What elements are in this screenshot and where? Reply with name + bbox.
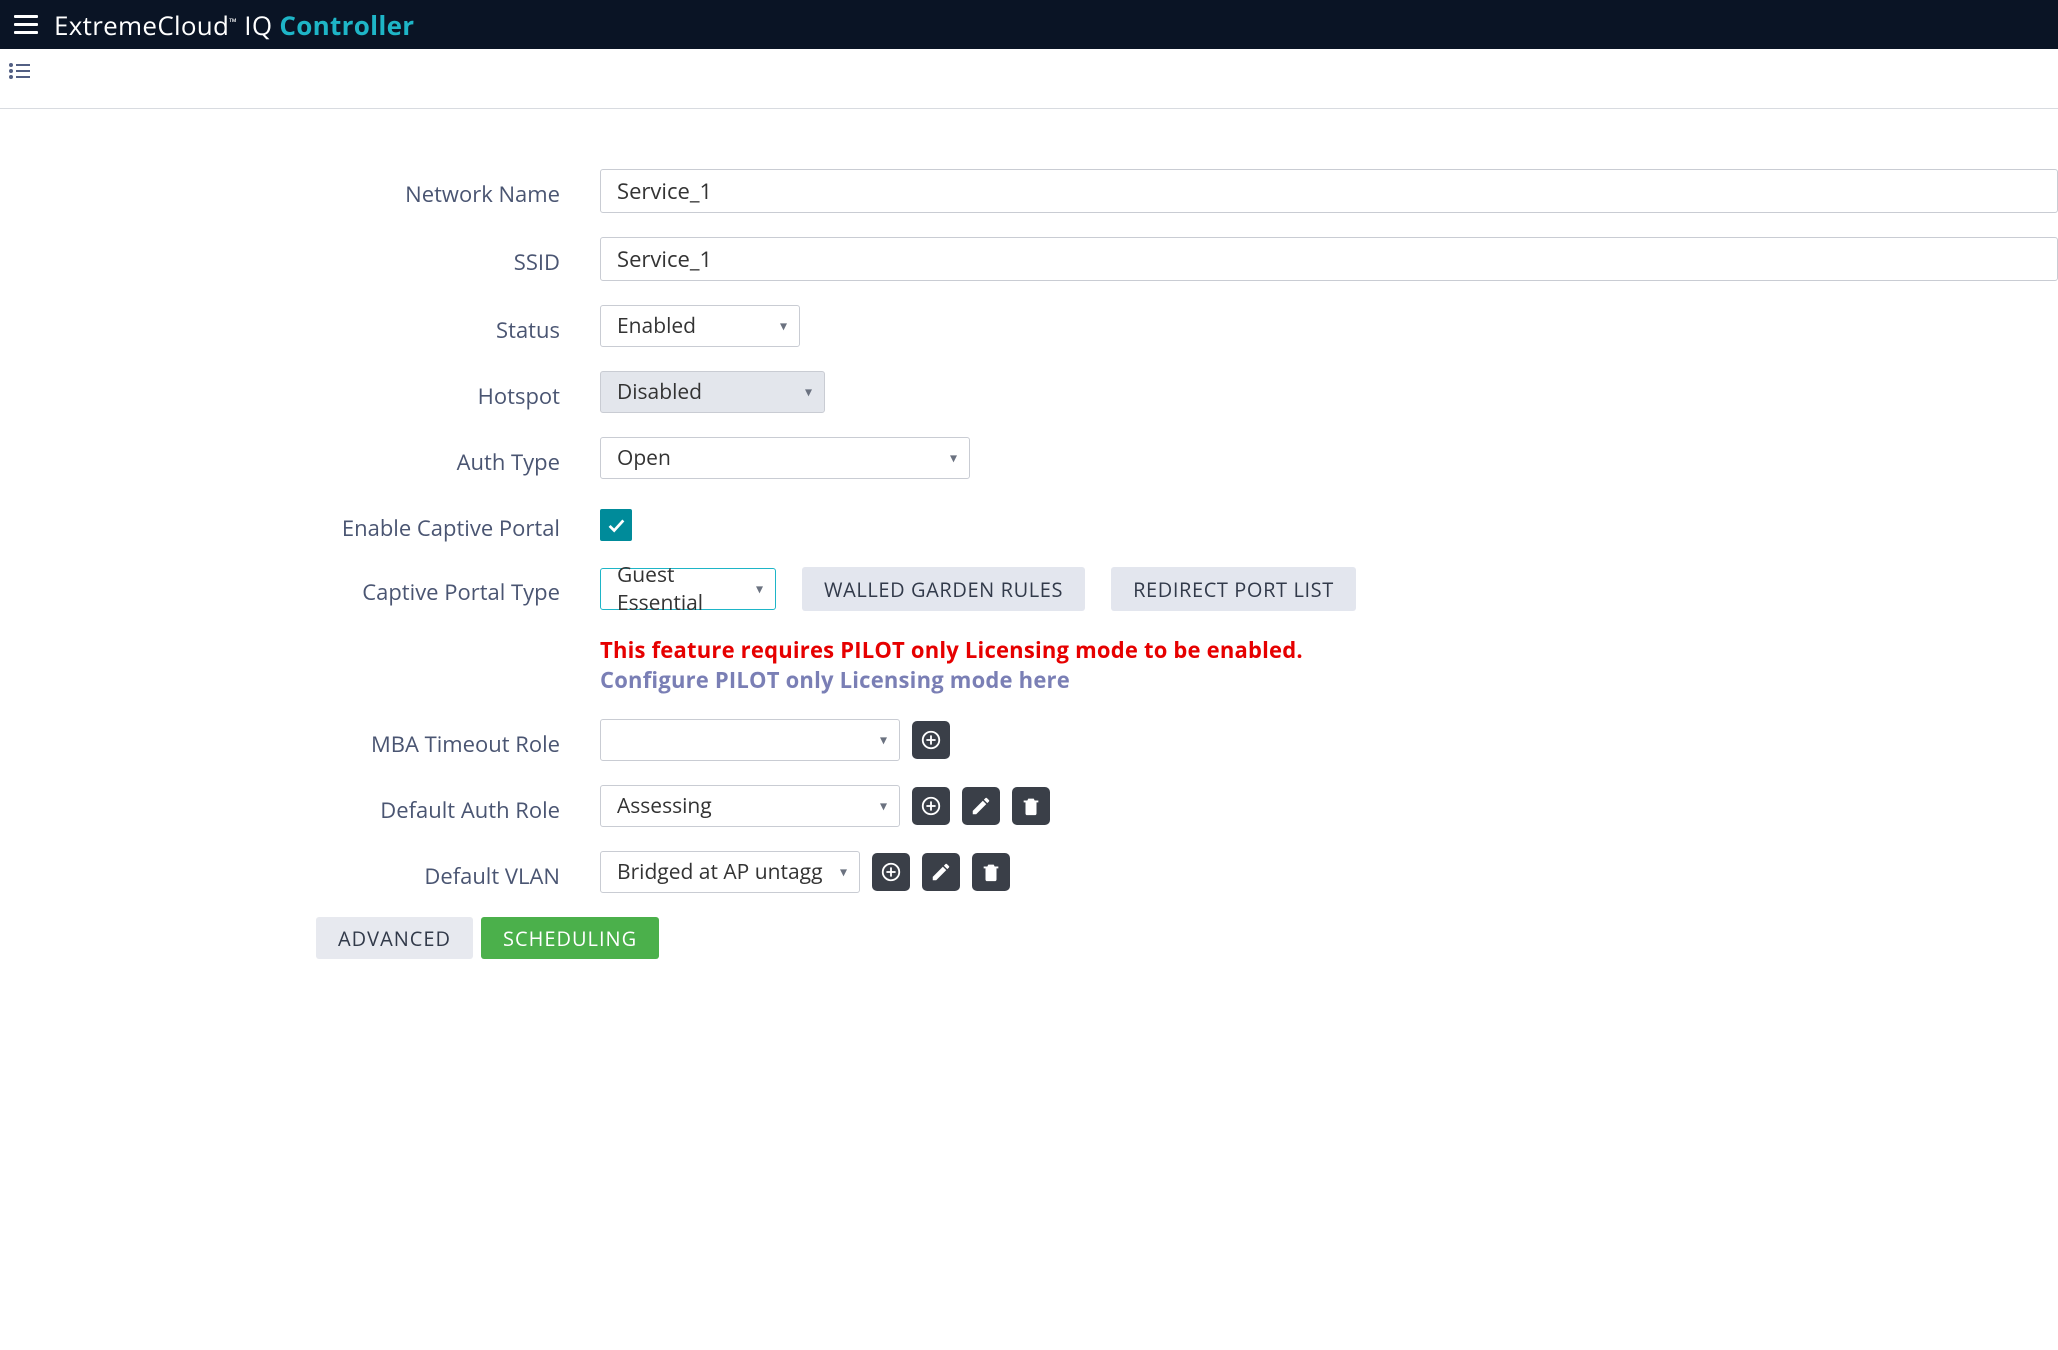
auth-type-select[interactable]: Open [600,437,970,479]
mba-timeout-role-select[interactable] [600,719,900,761]
redirect-port-list-button[interactable]: Redirect Port List [1111,567,1356,611]
default-auth-role-label: Default Auth Role [0,785,600,825]
default-auth-role-edit-button[interactable] [962,787,1000,825]
menu-icon[interactable] [8,7,44,43]
default-auth-role-add-button[interactable] [912,787,950,825]
brand-title: ExtremeCloud™ IQ Controller [54,7,414,43]
walled-garden-rules-button[interactable]: Walled Garden Rules [802,567,1085,611]
default-vlan-label: Default VLAN [0,851,600,891]
ssid-input[interactable] [600,237,2058,281]
auth-type-label: Auth Type [0,437,600,477]
network-form: Network Name SSID Status Enabled Hotspot… [0,109,2058,999]
mba-timeout-role-add-button[interactable] [912,721,950,759]
ssid-label: SSID [0,237,600,277]
default-vlan-edit-button[interactable] [922,853,960,891]
default-vlan-delete-button[interactable] [972,853,1010,891]
hotspot-label: Hotspot [0,371,600,411]
configure-pilot-link[interactable]: Configure PILOT only Licensing mode here [600,665,1303,695]
captive-portal-type-label: Captive Portal Type [0,567,600,607]
default-vlan-select[interactable]: Bridged at AP untagged ( [600,851,860,893]
pilot-license-warning: This feature requires PILOT only Licensi… [600,635,1303,665]
enable-captive-portal-label: Enable Captive Portal [0,503,600,543]
default-vlan-add-button[interactable] [872,853,910,891]
hotspot-select[interactable]: Disabled [600,371,825,413]
list-view-icon[interactable] [8,59,32,83]
scheduling-button[interactable]: SCHEDULING [481,917,659,959]
default-auth-role-delete-button[interactable] [1012,787,1050,825]
default-auth-role-select[interactable]: Assessing [600,785,900,827]
advanced-button[interactable]: ADVANCED [316,917,473,959]
enable-captive-portal-checkbox[interactable] [600,509,632,541]
network-name-label: Network Name [0,169,600,209]
mba-timeout-role-label: MBA Timeout Role [0,719,600,759]
captive-portal-type-select[interactable]: Guest Essential [600,568,776,610]
status-label: Status [0,305,600,345]
app-header: ExtremeCloud™ IQ Controller [0,0,2058,49]
sub-toolbar [0,49,2058,109]
network-name-input[interactable] [600,169,2058,213]
status-select[interactable]: Enabled [600,305,800,347]
